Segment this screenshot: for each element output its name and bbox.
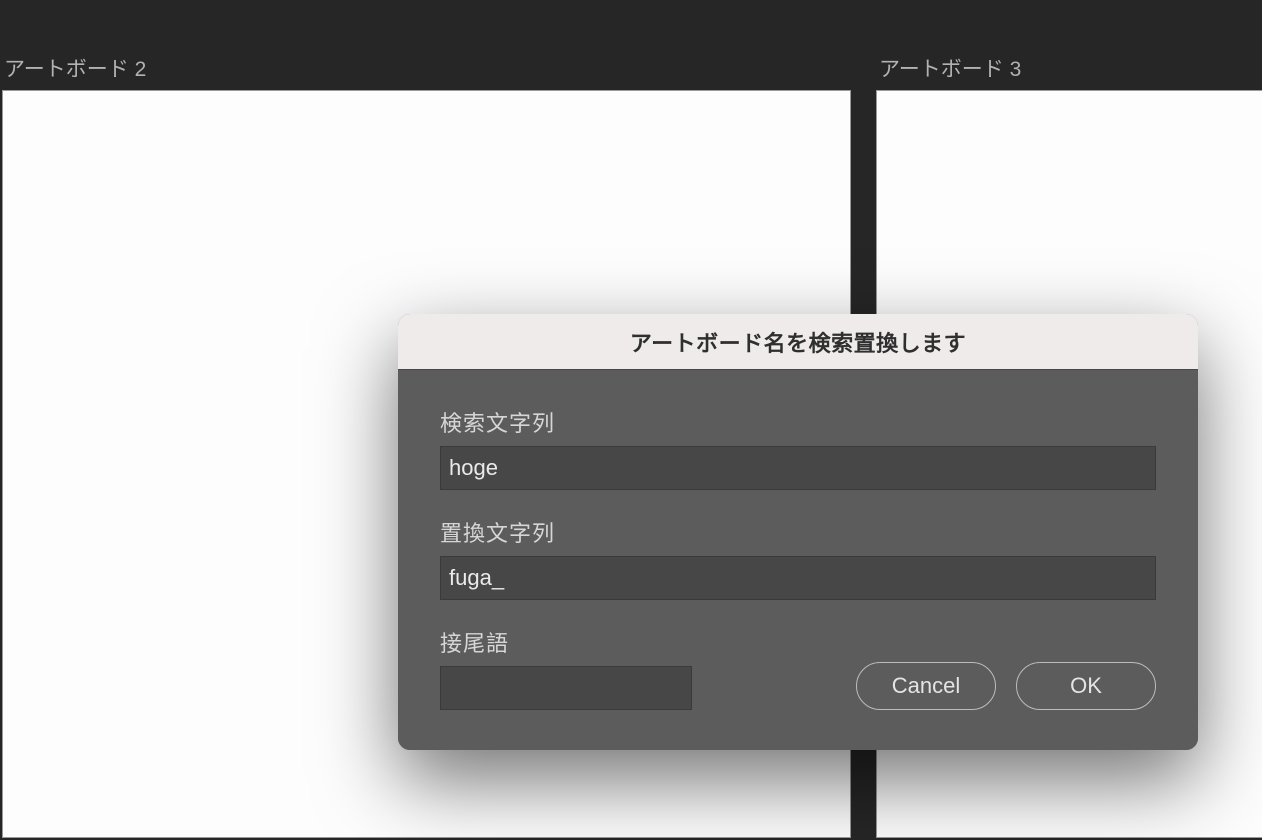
replace-label: 置換文字列 <box>440 516 1156 548</box>
dialog-bottom-row: 接尾語 Cancel OK <box>440 626 1156 710</box>
artboard-title-left[interactable]: アートボード 2 <box>4 53 146 83</box>
search-row: 検索文字列 <box>440 406 1156 490</box>
dialog-body: 検索文字列 置換文字列 接尾語 Cancel OK <box>398 370 1198 750</box>
search-label: 検索文字列 <box>440 406 1156 438</box>
canvas-area: アートボード 2 アートボード 3 アートボード名を検索置換します 検索文字列 … <box>0 0 1262 840</box>
dialog-title: アートボード名を検索置換します <box>630 326 966 358</box>
search-input[interactable] <box>440 446 1156 490</box>
suffix-row: 接尾語 <box>440 626 692 710</box>
cancel-button[interactable]: Cancel <box>856 662 996 710</box>
replace-row: 置換文字列 <box>440 516 1156 600</box>
find-replace-dialog: アートボード名を検索置換します 検索文字列 置換文字列 接尾語 Cancel O… <box>398 314 1198 750</box>
dialog-titlebar: アートボード名を検索置換します <box>398 314 1198 370</box>
artboard-title-right[interactable]: アートボード 3 <box>879 53 1021 83</box>
suffix-input[interactable] <box>440 666 692 710</box>
ok-button[interactable]: OK <box>1016 662 1156 710</box>
suffix-label: 接尾語 <box>440 626 692 658</box>
replace-input[interactable] <box>440 556 1156 600</box>
